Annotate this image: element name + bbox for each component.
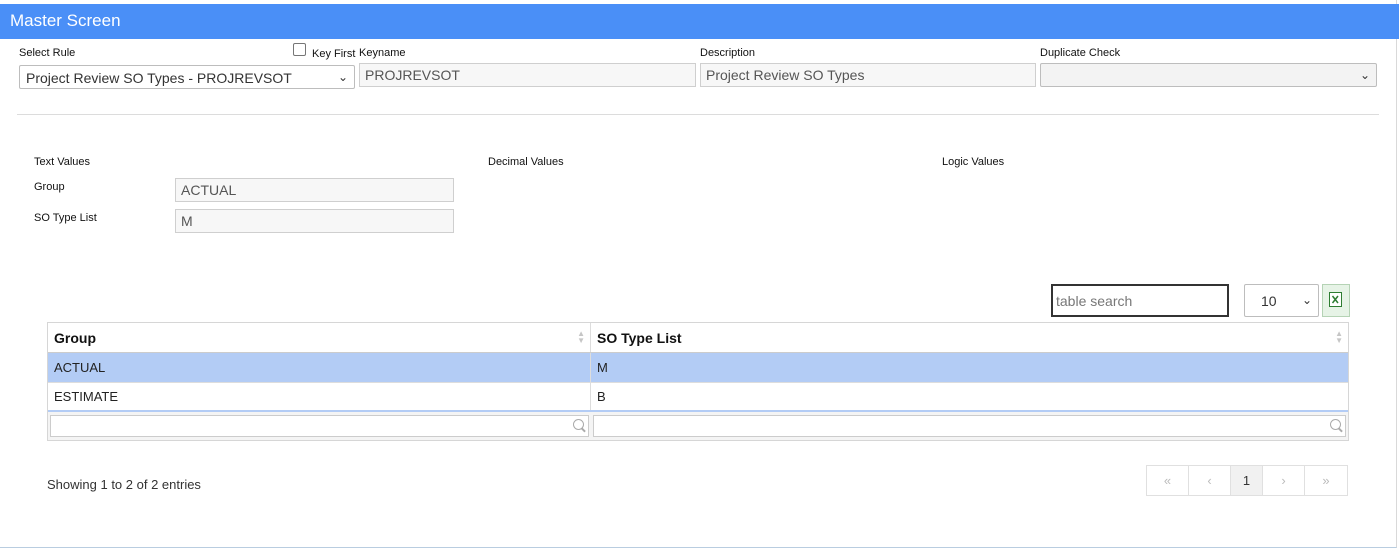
description-field[interactable]: Project Review SO Types bbox=[700, 63, 1036, 87]
table-cell-so-type-list: M bbox=[597, 360, 608, 375]
previous-page-button[interactable]: ‹ bbox=[1189, 466, 1231, 495]
select-rule-dropdown[interactable]: Project Review SO Types - PROJREVSOT ⌄ bbox=[19, 65, 355, 89]
logic-values-heading: Logic Values bbox=[942, 156, 1005, 168]
table-search-placeholder: table search bbox=[1056, 293, 1133, 309]
pagination: « ‹ 1 › » bbox=[1146, 465, 1348, 496]
select-rule-value: Project Review SO Types - PROJREVSOT bbox=[26, 70, 292, 86]
sort-icon: ▲ ▼ bbox=[577, 329, 585, 345]
chevron-down-icon: ⌄ bbox=[337, 70, 348, 84]
column-header-so-type-list[interactable]: SO Type List ▲ ▼ bbox=[591, 323, 1348, 352]
next-page-button[interactable]: › bbox=[1263, 466, 1305, 495]
table-row[interactable]: ESTIMATE B bbox=[48, 383, 1348, 412]
group-field[interactable]: ACTUAL bbox=[175, 178, 454, 202]
section-divider bbox=[17, 114, 1379, 115]
table-search-input[interactable]: table search bbox=[1051, 284, 1229, 317]
decimal-values-heading: Decimal Values bbox=[488, 156, 564, 168]
table-cell-group: ACTUAL bbox=[48, 353, 591, 382]
so-type-list-label: SO Type List bbox=[34, 212, 97, 224]
duplicate-check-label: Duplicate Check bbox=[1040, 47, 1121, 59]
description-label: Description bbox=[700, 47, 756, 59]
column-header-group[interactable]: Group ▲ ▼ bbox=[48, 323, 591, 352]
window-title: Master Screen bbox=[10, 11, 121, 30]
text-values-heading: Text Values bbox=[34, 156, 91, 168]
table-cell-so-type-list: B bbox=[597, 389, 606, 404]
excel-icon bbox=[1329, 292, 1342, 307]
chevron-down-icon: ⌄ bbox=[1359, 68, 1370, 82]
chevron-down-icon: ⌄ bbox=[1301, 293, 1312, 307]
last-page-button[interactable]: » bbox=[1305, 466, 1347, 495]
group-label: Group bbox=[34, 181, 65, 193]
table-header-row: Group ▲ ▼ SO Type List ▲ ▼ bbox=[48, 323, 1348, 353]
table-info: Showing 1 to 2 of 2 entries bbox=[47, 477, 201, 492]
group-filter-input[interactable] bbox=[50, 415, 589, 437]
data-table: Group ▲ ▼ SO Type List ▲ ▼ ACTUAL M ESTIMA… bbox=[47, 322, 1349, 441]
table-cell-group: ESTIMATE bbox=[48, 383, 591, 410]
so-type-list-filter-input[interactable] bbox=[593, 415, 1346, 437]
page-size-select[interactable]: 10 ⌄ bbox=[1244, 284, 1319, 317]
sort-icon: ▲ ▼ bbox=[1335, 329, 1343, 345]
key-first-label: Key First bbox=[312, 48, 356, 60]
excel-export-button[interactable] bbox=[1322, 284, 1350, 317]
page-size-value: 10 bbox=[1261, 293, 1277, 309]
table-row[interactable]: ACTUAL M bbox=[48, 353, 1348, 383]
search-icon bbox=[573, 419, 584, 430]
select-rule-label: Select Rule bbox=[19, 47, 76, 59]
duplicate-check-dropdown[interactable]: ⌄ bbox=[1040, 63, 1377, 87]
page-1-button[interactable]: 1 bbox=[1231, 466, 1263, 495]
so-type-list-field[interactable]: M bbox=[175, 209, 454, 233]
key-first-checkbox[interactable] bbox=[293, 43, 306, 56]
keyname-label: Keyname bbox=[359, 47, 406, 59]
first-page-button[interactable]: « bbox=[1147, 466, 1189, 495]
search-icon bbox=[1330, 419, 1341, 430]
title-bar: Master Screen bbox=[0, 4, 1399, 39]
keyname-field[interactable]: PROJREVSOT bbox=[359, 63, 696, 87]
table-filter-row bbox=[48, 412, 1348, 440]
